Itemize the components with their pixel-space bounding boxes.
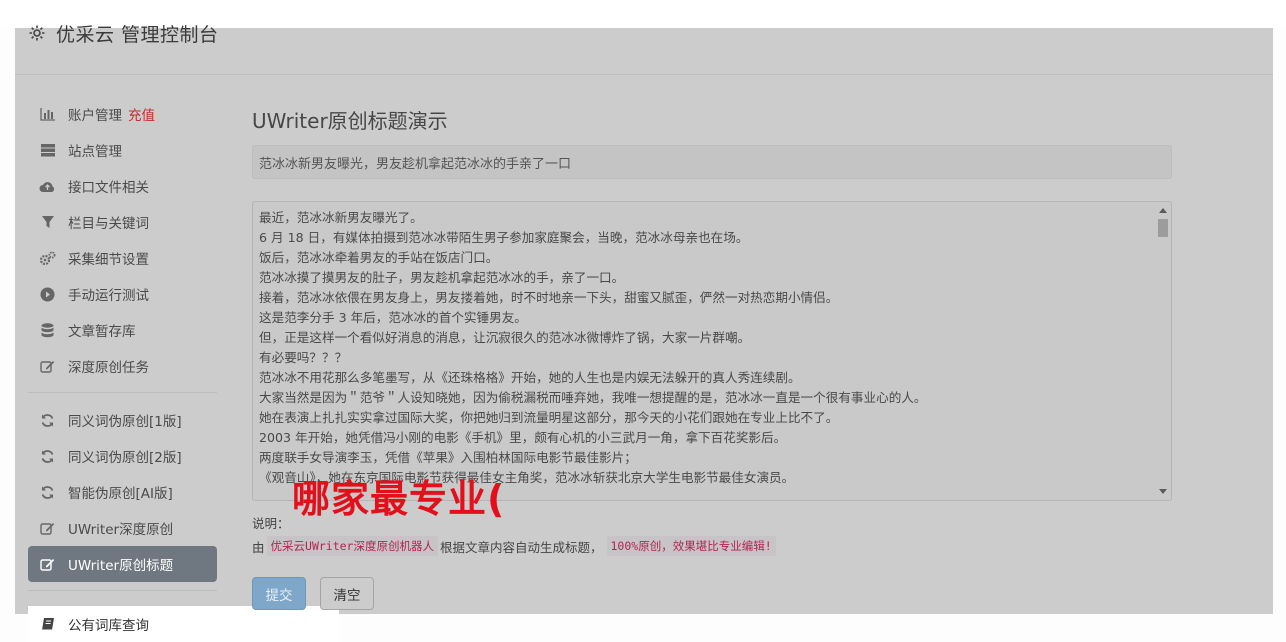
submit-button[interactable]: 提交 xyxy=(252,577,306,610)
database-icon xyxy=(39,322,56,339)
article-line: 这是范李分手 3 年后，范冰冰的首个实锤男友。 xyxy=(259,310,527,325)
sidebar-item-uwriter-deep[interactable]: UWriter深度原创 xyxy=(28,510,217,546)
sidebar-item-keywords[interactable]: 栏目与关键词 xyxy=(28,204,217,240)
sidebar-item-label: 站点管理 xyxy=(68,144,122,160)
article-line: 接着，范冰冰依偎在男友身上，男友搂着她，时不时地亲一下头，甜蜜又腻歪，俨然一对热… xyxy=(259,290,839,305)
sidebar-item-label: 智能伪原创[AI版] xyxy=(68,486,173,502)
recharge-link[interactable]: 充值 xyxy=(128,104,155,124)
article-textarea[interactable]: 最近，范冰冰新男友曝光了。 6 月 18 日，有媒体拍摄到范冰冰带陌生男子参加家庭… xyxy=(252,201,1172,501)
article-line: 两度联手女导演李玉，凭借《苹果》入围柏林国际电影节最佳影片； xyxy=(259,450,637,465)
sidebar-item-uwriter-title[interactable]: UWriter原创标题 xyxy=(28,546,217,582)
header-divider xyxy=(15,74,1273,75)
scroll-up-icon[interactable] xyxy=(1159,208,1167,213)
clear-button[interactable]: 清空 xyxy=(320,577,374,610)
article-line: 大家当然是因为＂范爷＂人设知晓她，因为偷税漏税而唾弃她，我唯一想提醒的是，范冰冰… xyxy=(259,390,927,405)
edit-icon xyxy=(39,556,56,573)
sidebar-item-label: 文章暂存库 xyxy=(68,324,136,340)
sidebar-item-label: 同义词伪原创[1版] xyxy=(68,414,182,430)
sidebar-item-label: UWriter原创标题 xyxy=(68,558,174,574)
sidebar-item-interface[interactable]: 接口文件相关 xyxy=(28,168,217,204)
edit-icon xyxy=(39,520,56,537)
sidebar-item-label: 深度原创任务 xyxy=(68,360,149,376)
gear-icon xyxy=(28,24,46,42)
sidebar-item-collect-settings[interactable]: 采集细节设置 xyxy=(28,240,217,276)
sidebar-item-label: 采集细节设置 xyxy=(68,252,149,268)
article-text: 最近，范冰冰新男友曝光了。 6 月 18 日，有媒体拍摄到范冰冰带陌生男子参加家庭… xyxy=(259,208,1149,488)
sidebar-item-sites[interactable]: 站点管理 xyxy=(28,132,217,168)
article-line: 范冰冰摸了摸男友的肚子，男友趁机拿起范冰冰的手，亲了一口。 xyxy=(259,270,625,285)
sidebar-item-synonym-v2[interactable]: 同义词伪原创[2版] xyxy=(28,438,217,474)
article-line: 6 月 18 日，有媒体拍摄到范冰冰带陌生男子参加家庭聚会，当晚，范冰冰母亲也在… xyxy=(259,230,749,245)
textarea-scrollbar[interactable] xyxy=(1155,202,1171,500)
app-header: 优采云 管理控制台 xyxy=(15,5,219,61)
watermark-text: 哪家最专业( xyxy=(292,477,506,521)
article-line: 范冰冰不用花那么多笔墨写，从《还珠格格》开始，她的人生也是内娱无法躲开的真人秀连… xyxy=(259,370,801,385)
sidebar-item-deep-original[interactable]: 深度原创任务 xyxy=(28,348,217,384)
refresh-icon xyxy=(39,412,56,429)
sidebar-item-synonym-v1[interactable]: 同义词伪原创[1版] xyxy=(28,402,217,438)
cloud-upload-icon xyxy=(39,178,56,195)
note-label: 说明： xyxy=(252,516,290,531)
sidebar-item-ai-rewrite[interactable]: 智能伪原创[AI版] xyxy=(28,474,217,510)
refresh-icon xyxy=(39,484,56,501)
play-circle-icon xyxy=(39,286,56,303)
note-line: 由 优采云UWriter深度原创机器人 根据文章内容自动生成标题， 100%原创… xyxy=(252,536,776,556)
app-title: 优采云 管理控制台 xyxy=(56,23,219,46)
article-line: 最近，范冰冰新男友曝光了。 xyxy=(259,210,423,225)
scroll-down-icon[interactable] xyxy=(1159,489,1167,494)
sidebar-item-label: 手动运行测试 xyxy=(68,288,149,304)
edit-icon xyxy=(39,358,56,375)
article-line: 有必要吗？？？ xyxy=(259,350,348,365)
sidebar-item-label: 接口文件相关 xyxy=(68,180,149,196)
page-title: UWriter原创标题演示 xyxy=(252,109,448,133)
note-highlight: 100%原创，效果堪比专业编辑! xyxy=(606,536,776,556)
sidebar-divider xyxy=(28,590,217,591)
scroll-thumb[interactable] xyxy=(1158,219,1168,237)
sidebar-item-label: 账户管理 xyxy=(68,108,122,124)
bar-chart-icon xyxy=(39,106,56,123)
sidebar-item-manual-run[interactable]: 手动运行测试 xyxy=(28,276,217,312)
sidebar-divider xyxy=(28,392,217,393)
refresh-icon xyxy=(39,448,56,465)
note-prefix: 由 xyxy=(252,539,265,555)
article-line: 她在表演上扎扎实实拿过国际大奖，你把她归到流量明星这部分，那今天的小花们跟她在专… xyxy=(259,410,839,425)
article-line: 但，正是这样一个看似好消息的消息，让沉寂很久的范冰冰微博炸了锅，大家一片群嘲。 xyxy=(259,330,751,345)
title-input[interactable]: 范冰冰新男友曝光，男友趁机拿起范冰冰的手亲了一口 xyxy=(252,145,1172,179)
sidebar-item-article-store[interactable]: 文章暂存库 xyxy=(28,312,217,348)
cogs-icon xyxy=(39,250,56,267)
server-icon xyxy=(39,142,56,159)
sidebar-item-public-dictionary[interactable]: 公有词库查询 xyxy=(28,606,339,642)
article-line: 2003 年开始，她凭借冯小刚的电影《手机》里，颇有心机的小三武月一角，拿下百花… xyxy=(259,430,787,445)
sidebar-item-label: 同义词伪原创[2版] xyxy=(68,450,182,466)
note-middle: 根据文章内容自动生成标题， xyxy=(439,539,603,555)
sidebar-item-label: 公有词库查询 xyxy=(68,618,149,634)
article-line: 饭后，范冰冰牵着男友的手站在饭店门口。 xyxy=(259,250,499,265)
book-icon xyxy=(39,616,56,633)
filter-icon xyxy=(39,214,56,231)
sidebar: 账户管理 充值 站点管理 接口文件相关 栏目与关键词 采集细节设置 手动运行测试… xyxy=(28,96,217,600)
sidebar-item-label: 栏目与关键词 xyxy=(68,216,149,232)
note-robot-name: 优采云UWriter深度原创机器人 xyxy=(266,536,438,556)
sidebar-item-label: UWriter深度原创 xyxy=(68,522,174,538)
sidebar-item-account[interactable]: 账户管理 充值 xyxy=(28,96,217,132)
